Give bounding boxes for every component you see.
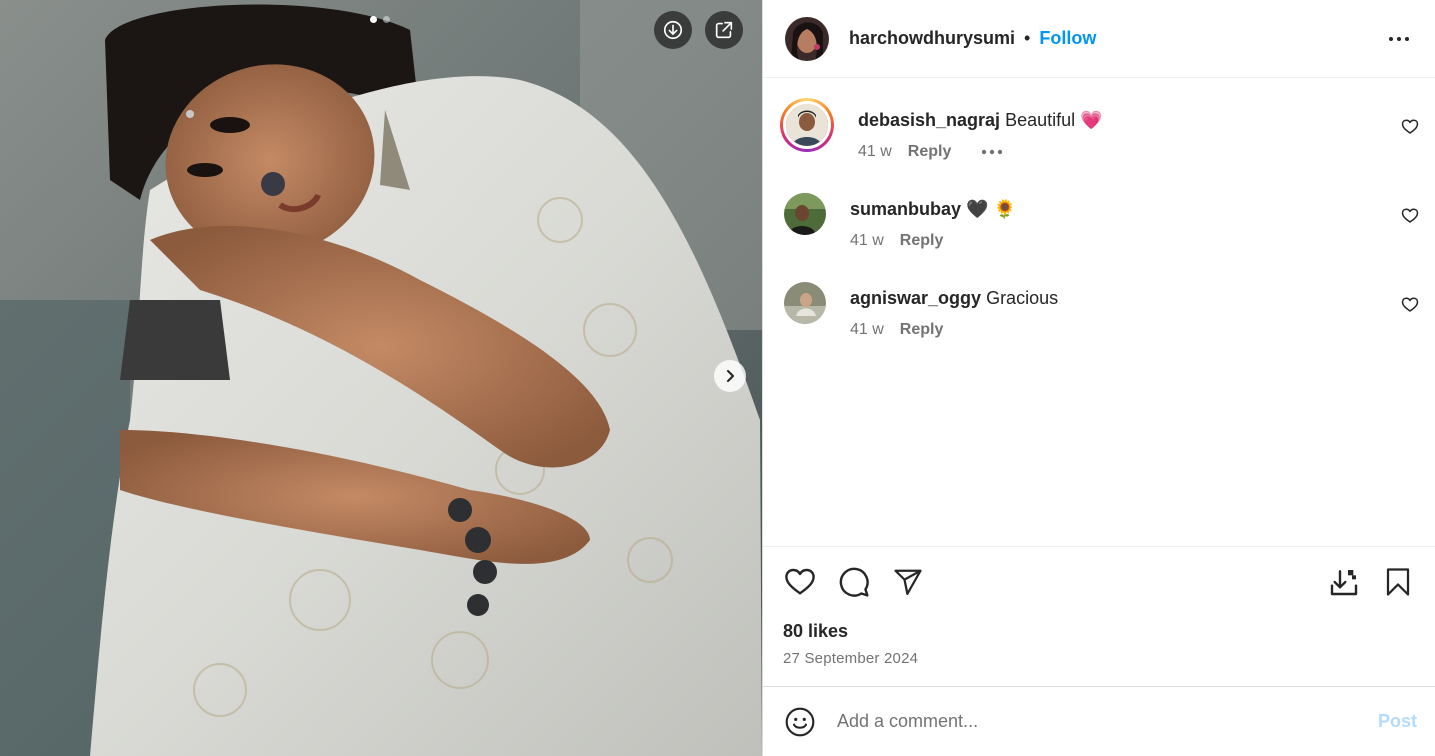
save-to-device-button[interactable] [1327,565,1361,599]
comment-time[interactable]: 41 w [850,232,884,250]
bookmark-icon [1386,568,1410,596]
comment-emoji: 🖤 🌻 [966,199,1016,219]
reply-button[interactable]: Reply [900,232,944,250]
comment-time[interactable]: 41 w [850,321,884,339]
open-external-button[interactable] [705,11,743,49]
post-date: 27 September 2024 [783,650,919,667]
save-download-icon [1330,570,1358,596]
chevron-right-icon [727,370,734,382]
comment-item: debasish_nagraj Beautiful 💗 41 w Reply [763,98,1435,191]
carousel-dot-active [370,16,377,23]
portrait-photo [0,0,762,756]
more-horizontal-icon [1389,36,1409,41]
comment-item: agniswar_oggy Gracious 41 w Reply [763,280,1435,369]
carousel-next-button[interactable] [714,360,746,392]
reply-button[interactable]: Reply [900,321,944,339]
download-icon [663,20,683,40]
bookmark-button[interactable] [1381,565,1415,599]
smiley-icon [785,707,815,736]
external-link-icon [715,21,733,39]
post-side-panel: harchowdhurysumi • Follow debasish_nagra… [762,0,1435,756]
comment-username[interactable]: sumanbubay [850,199,961,219]
author-username[interactable]: harchowdhurysumi [849,28,1015,49]
share-button[interactable] [891,565,925,599]
post-header: harchowdhurysumi • Follow [763,0,1435,78]
like-button[interactable] [783,565,817,599]
comment-text: Beautiful [1005,110,1076,130]
post-photo[interactable] [0,0,762,756]
post-actions: 80 likes 27 September 2024 [763,546,1435,686]
post-comment-button[interactable]: Post [1378,711,1417,732]
comment-like-icon[interactable] [1401,118,1419,136]
instagram-post-modal: harchowdhurysumi • Follow debasish_nagra… [0,0,1435,756]
commenter-avatar[interactable] [784,282,826,324]
author-avatar[interactable] [785,16,829,61]
emoji-picker-button[interactable] [783,705,817,739]
comment-input[interactable] [837,711,1378,732]
comment-like-icon[interactable] [1401,296,1419,314]
comment-button[interactable] [837,565,871,599]
comment-text: Gracious [986,288,1059,308]
paper-plane-icon [894,569,922,595]
reply-button[interactable]: Reply [908,143,952,161]
follow-button[interactable]: Follow [1039,28,1096,49]
comment-options-button[interactable] [981,149,1003,155]
comments-list: debasish_nagraj Beautiful 💗 41 w Reply s… [763,78,1435,546]
comment-bubble-icon [839,567,869,597]
comment-username[interactable]: debasish_nagraj [858,110,1000,130]
heart-outline-icon [785,568,815,595]
carousel-indicator [370,16,390,23]
carousel-dot [383,16,390,23]
commenter-avatar-story-ring[interactable] [780,98,834,152]
comment-username[interactable]: agniswar_oggy [850,288,981,308]
download-button[interactable] [654,11,692,49]
comment-composer: Post [763,686,1435,756]
post-options-button[interactable] [1387,27,1411,51]
likes-count[interactable]: 80 likes [783,621,1415,642]
comment-emoji: 💗 [1080,110,1103,130]
comment-like-icon[interactable] [1401,207,1419,225]
commenter-avatar[interactable] [784,193,826,235]
comment-time[interactable]: 41 w [858,143,892,161]
more-horizontal-icon [982,149,1003,155]
header-separator: • [1024,28,1031,48]
comment-item: sumanbubay 🖤 🌻 41 w Reply [763,191,1435,280]
